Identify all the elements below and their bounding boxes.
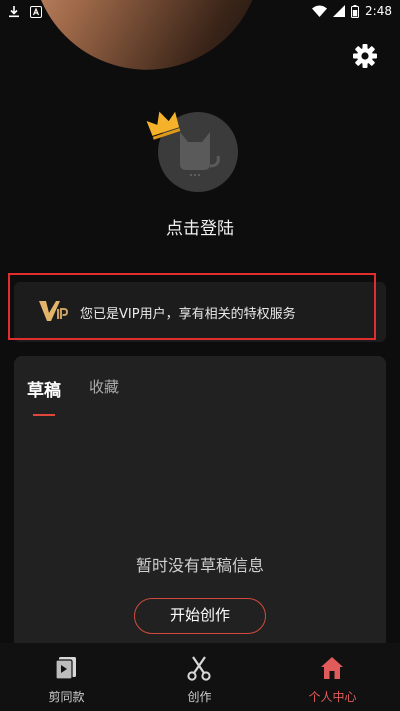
empty-drafts-message: 暂时没有草稿信息 [135, 556, 264, 575]
download-icon [9, 6, 19, 18]
start-creating-button[interactable]: 开始创作 [134, 598, 266, 634]
tab-favorites[interactable]: 收藏 [89, 376, 119, 397]
nav-label-create: 创作 [187, 690, 212, 704]
app-notification-icon [30, 5, 42, 18]
settings-button[interactable] [350, 41, 380, 71]
signal-icon [333, 5, 346, 17]
nav-label-templates: 剪同款 [48, 690, 85, 704]
home-icon [321, 657, 343, 679]
active-tab-indicator [33, 414, 55, 416]
status-time: 2:48 [365, 4, 392, 18]
drafts-panel: 草稿 收藏 暂时没有草稿信息 开始创作 [14, 356, 386, 656]
template-icon [55, 657, 76, 680]
wifi-icon [312, 5, 328, 17]
nav-item-profile[interactable]: 个人中心 [266, 643, 399, 711]
gear-icon [353, 44, 377, 68]
tab-drafts[interactable]: 草稿 [27, 376, 61, 401]
vip-message: 您已是VIP用户，享有相关的特权服务 [80, 307, 296, 322]
login-prompt[interactable]: 点击登陆 [0, 214, 400, 239]
status-bar: 2:48 [0, 0, 400, 24]
bottom-navigation: 剪同款 创作 个人中心 [0, 643, 400, 711]
battery-icon [351, 4, 360, 18]
scissors-icon [187, 656, 211, 681]
nav-label-profile: 个人中心 [308, 690, 357, 704]
vip-badge-icon [39, 301, 68, 321]
nav-item-templates[interactable]: 剪同款 [0, 643, 133, 711]
nav-item-create[interactable]: 创作 [133, 643, 266, 711]
vip-status-card[interactable]: 您已是VIP用户，享有相关的特权服务 [14, 282, 386, 342]
